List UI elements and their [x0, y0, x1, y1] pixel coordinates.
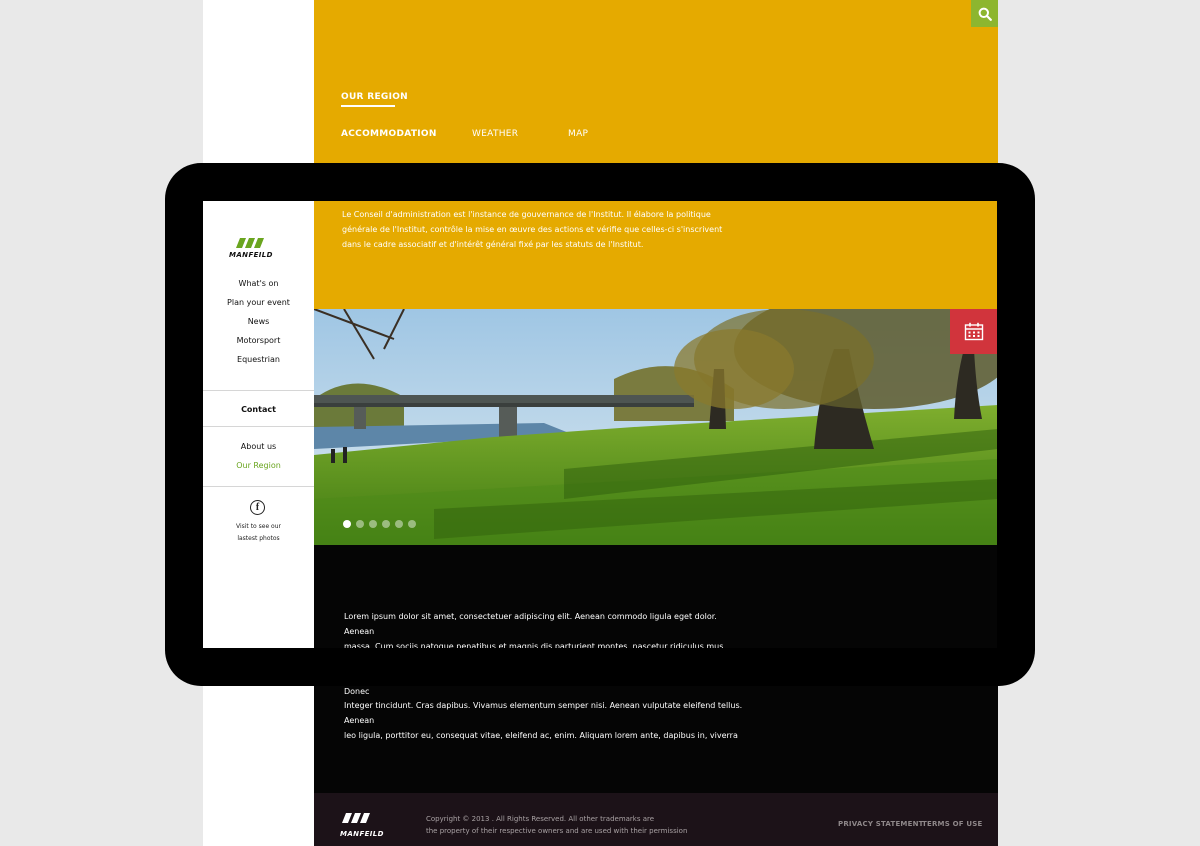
search-icon — [978, 7, 992, 21]
main-content: OUR REGION ACCOMMODATION WEATHER MAP Le … — [314, 0, 998, 846]
sidebar: MANFEILD What's on Plan your event News … — [203, 0, 314, 846]
body-paragraph: Lorem ipsum dolor sit amet, consectetuer… — [344, 609, 744, 699]
copyright-line: Copyright © 2013 . All Rights Reserved. … — [426, 815, 655, 823]
footer: MANFEILD Copyright © 2013 . All Rights R… — [314, 793, 998, 846]
section-title: OUR REGION — [341, 92, 409, 102]
tab-weather[interactable]: WEATHER — [472, 129, 518, 139]
sidebar-divider — [203, 390, 314, 391]
terms-of-use-link[interactable]: TERMS OF USE — [922, 820, 982, 828]
nav-motorsport[interactable]: Motorsport — [203, 336, 314, 345]
tab-map[interactable]: MAP — [568, 129, 588, 139]
nav-our-region[interactable]: Our Region — [203, 461, 314, 470]
nav-about-us[interactable]: About us — [203, 442, 314, 451]
sidebar-divider — [203, 426, 314, 427]
calendar-icon — [964, 322, 984, 341]
nav-equestrian[interactable]: Equestrian — [203, 355, 314, 364]
slider-dots — [343, 520, 416, 528]
hero-slider[interactable] — [314, 309, 998, 545]
nav-plan-your-event[interactable]: Plan your event — [203, 298, 314, 307]
nav-news[interactable]: News — [203, 317, 314, 326]
hero-photo — [314, 309, 998, 545]
footer-logo-wordmark: MANFEILD — [340, 830, 384, 838]
facebook-icon[interactable]: f — [250, 500, 265, 515]
facebook-note: Visit to see our lastest photos — [203, 521, 314, 545]
tab-accommodation[interactable]: ACCOMMODATION — [341, 129, 437, 139]
slider-dot[interactable] — [343, 520, 351, 528]
intro-paragraph: Le Conseil d'administration est l'instan… — [342, 210, 723, 249]
sidebar-divider — [203, 486, 314, 487]
slider-dot[interactable] — [356, 520, 364, 528]
slider-dot[interactable] — [369, 520, 377, 528]
slider-dot[interactable] — [408, 520, 416, 528]
body-line: quam felis, ultricies nec, pellentesque … — [344, 672, 729, 696]
search-button[interactable] — [971, 0, 998, 27]
body-line: Lorem ipsum dolor sit amet, consectetuer… — [344, 612, 717, 636]
nav-contact[interactable]: Contact — [203, 405, 314, 414]
slider-dot[interactable] — [382, 520, 390, 528]
footer-logo[interactable]: MANFEILD — [340, 811, 390, 838]
copyright-text: Copyright © 2013 . All Rights Reserved. … — [426, 813, 687, 837]
logo-wordmark: MANFEILD — [229, 251, 273, 259]
page: MANFEILD What's on Plan your event News … — [0, 0, 1200, 846]
calendar-button[interactable] — [950, 309, 998, 354]
copyright-line: the property of their respective owners … — [426, 827, 688, 835]
body-line: massa. Cum sociis natoque penatibus et m… — [344, 642, 726, 666]
manfeild-logo[interactable]: MANFEILD — [229, 237, 287, 265]
body-paragraph: Integer tincidunt. Cras dapibus. Vivamus… — [344, 698, 744, 743]
facebook-note-line: lastest photos — [237, 535, 280, 542]
facebook-note-line: Visit to see our — [236, 523, 281, 530]
privacy-statement-link[interactable]: PRIVACY STATEMENT — [838, 820, 924, 828]
slider-dot[interactable] — [395, 520, 403, 528]
body-line: Integer tincidunt. Cras dapibus. Vivamus… — [344, 701, 743, 725]
body-line: leo ligula, porttitor eu, consequat vita… — [344, 731, 738, 740]
nav-whats-on[interactable]: What's on — [203, 279, 314, 288]
section-title-underline — [341, 105, 395, 107]
header-band: OUR REGION ACCOMMODATION WEATHER MAP Le … — [314, 0, 998, 309]
